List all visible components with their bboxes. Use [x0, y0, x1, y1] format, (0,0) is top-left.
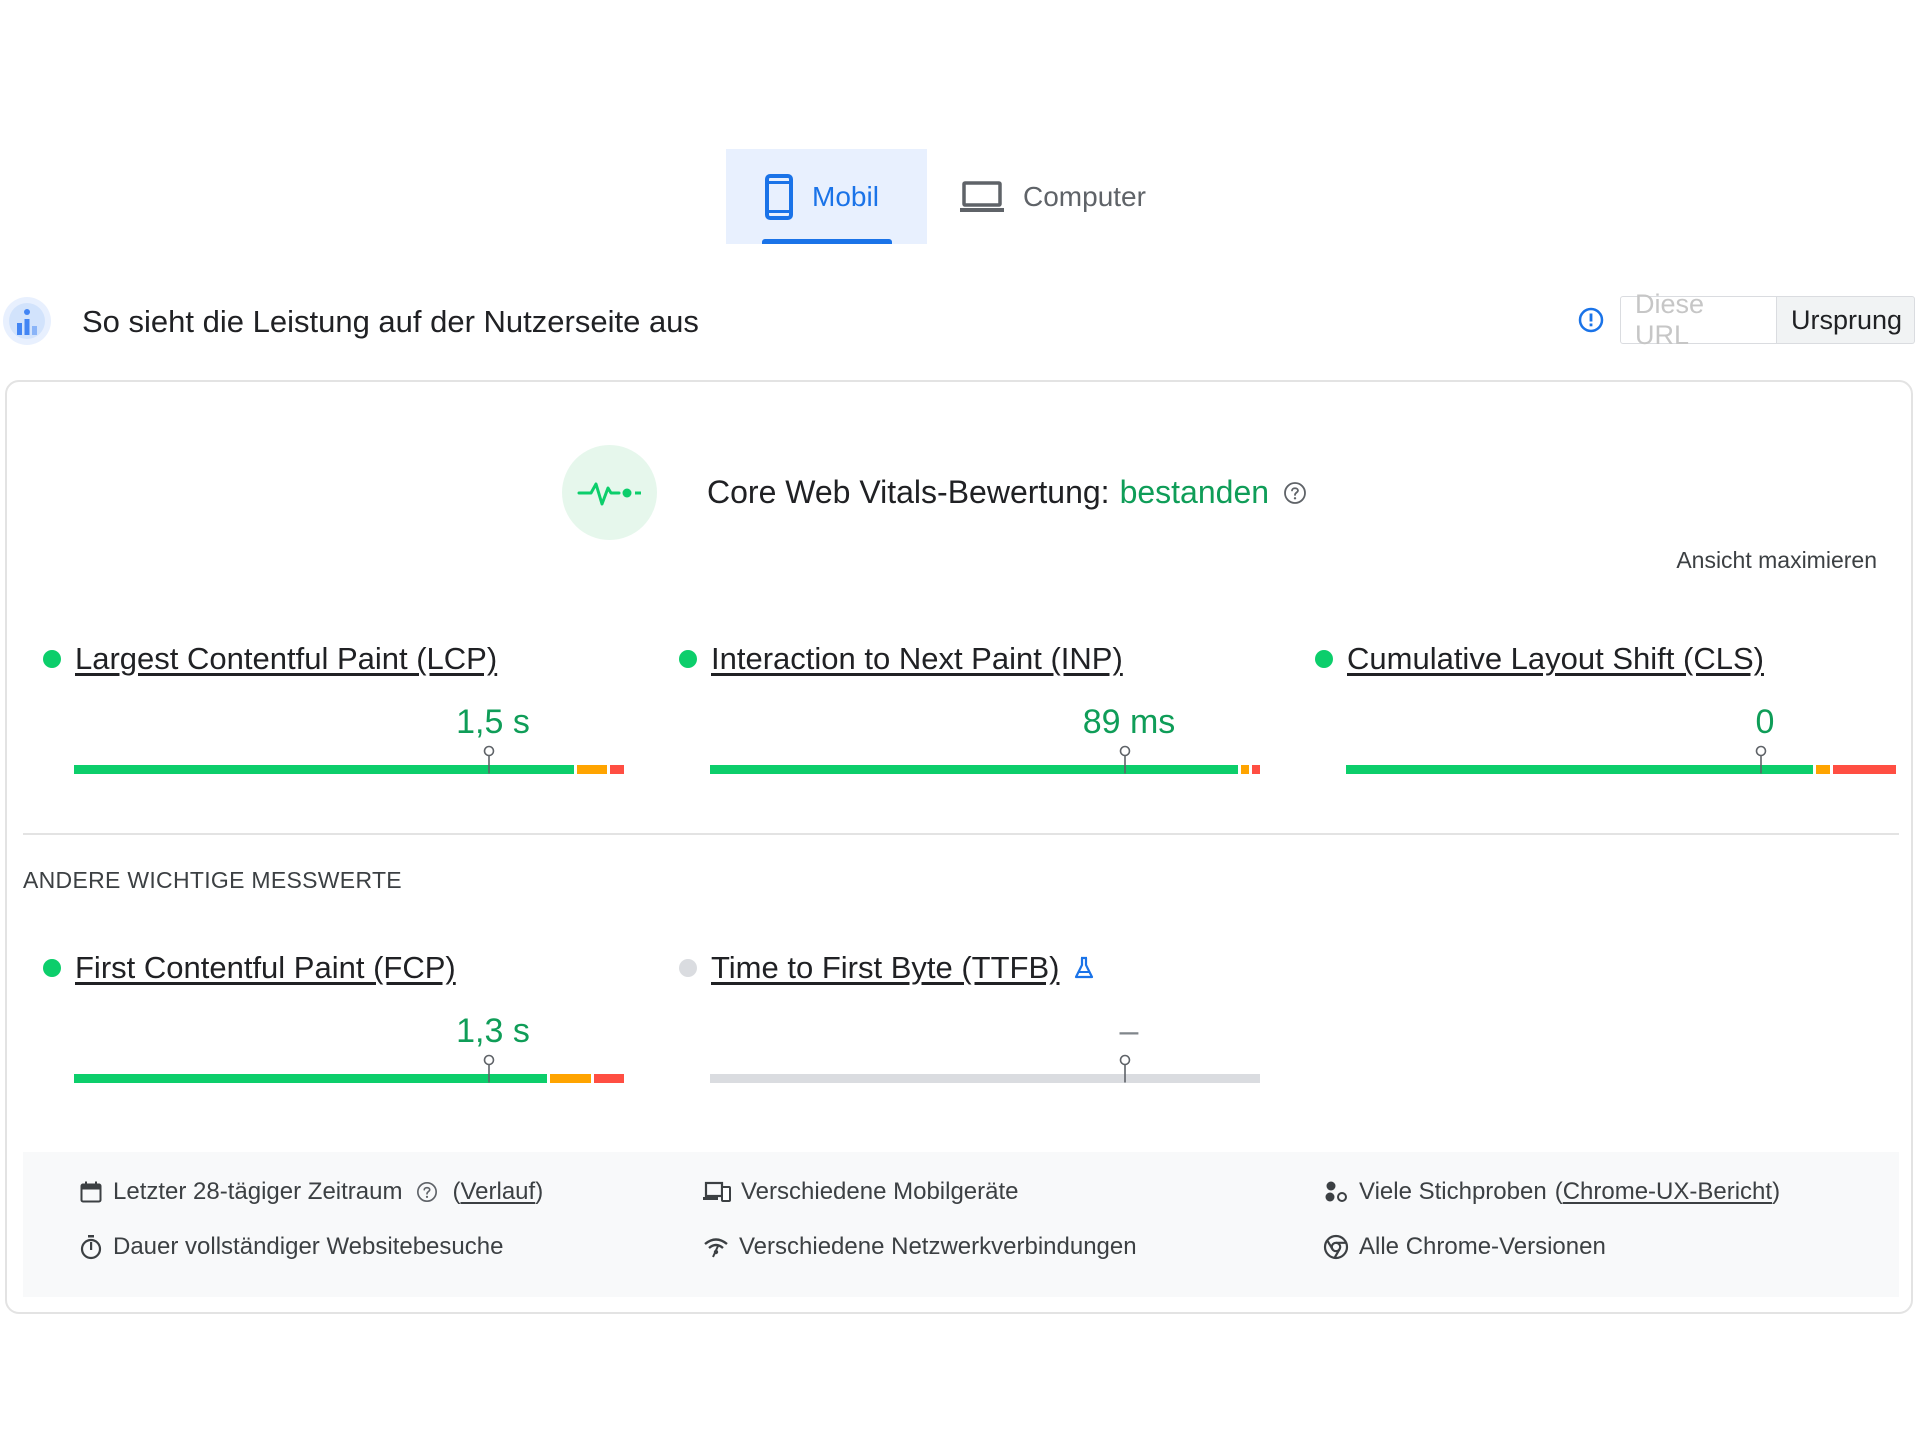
origin-button[interactable]: Ursprung [1777, 296, 1915, 344]
status-dot [679, 959, 697, 977]
devices-text: Verschiedene Mobilgeräte [741, 1178, 1019, 1205]
distribution-segment-poor [1833, 765, 1896, 774]
metric-ttfb-value: – [1119, 1012, 1139, 1050]
distribution-segment-needs-improvement [1816, 765, 1830, 774]
distribution-segment-needs-improvement [550, 1074, 591, 1083]
devices-info: Verschiedene Mobilgeräte [703, 1178, 1019, 1206]
metric-cls: Cumulative Layout Shift (CLS) 0 [1315, 641, 1896, 774]
network-info: Verschiedene Netzwerkverbindungen [703, 1233, 1137, 1261]
device-tabs: Mobil Computer [726, 149, 1178, 244]
status-dot [43, 650, 61, 668]
distribution-segment-needs-improvement [1241, 765, 1249, 774]
metric-cls-distribution-bar [1346, 745, 1899, 774]
help-icon[interactable] [1283, 481, 1307, 505]
duration-info: Dauer vollständiger Websitebesuche [79, 1233, 503, 1261]
status-dot [679, 650, 697, 668]
calendar-icon [80, 1181, 102, 1203]
distribution-segment-needs-improvement [577, 765, 607, 774]
crux-chart-icon [3, 297, 51, 345]
metric-inp: Interaction to Next Paint (INP) 89 ms [679, 641, 1260, 774]
metric-lcp-distribution-bar [74, 745, 627, 774]
distribution-segment-good [74, 765, 574, 774]
flask-icon [1075, 956, 1094, 979]
network-icon [704, 1238, 728, 1258]
distribution-segment-poor [610, 765, 624, 774]
network-text: Verschiedene Netzwerkverbindungen [739, 1233, 1137, 1260]
section-divider [23, 833, 1899, 835]
metric-cls-value: 0 [1755, 703, 1775, 741]
status-dot [43, 959, 61, 977]
data-source-footer: Letzter 28-tägiger Zeitraum (Verlauf) Da… [23, 1152, 1899, 1297]
percentile-marker-icon [483, 745, 495, 774]
cwv-assessment: Core Web Vitals-Bewertung: bestanden [562, 445, 1307, 540]
field-data-card: Core Web Vitals-Bewertung: bestanden Ans… [5, 380, 1913, 1314]
tab-mobile[interactable]: Mobil [726, 149, 927, 244]
metric-fcp-link[interactable]: First Contentful Paint (FCP) [75, 950, 456, 986]
metric-lcp-value: 1,5 s [456, 703, 530, 741]
samples-icon [1325, 1181, 1347, 1202]
period-info: Letzter 28-tägiger Zeitraum (Verlauf) [79, 1178, 543, 1206]
help-icon[interactable] [416, 1181, 438, 1203]
period-text: Letzter 28-tägiger Zeitraum [113, 1178, 403, 1205]
metric-inp-link[interactable]: Interaction to Next Paint (INP) [711, 641, 1123, 677]
history-link[interactable]: Verlauf [460, 1178, 535, 1206]
distribution-segment-poor [594, 1074, 624, 1083]
metric-fcp-distribution-bar [74, 1054, 627, 1083]
cwv-label: Core Web Vitals-Bewertung: [707, 474, 1110, 510]
paren-close: ) [535, 1178, 544, 1205]
pulse-icon [562, 445, 657, 540]
cwv-status: bestanden [1119, 474, 1270, 510]
status-dot [1315, 650, 1333, 668]
other-metrics-label: ANDERE WICHTIGE MESSWERTE [23, 867, 402, 893]
crux-report-link[interactable]: Chrome-UX-Bericht [1563, 1178, 1772, 1206]
versions-info: Alle Chrome-Versionen [1323, 1233, 1606, 1261]
distribution-segment-poor [1252, 765, 1260, 774]
maximize-view-link[interactable]: Ansicht maximieren [1676, 547, 1877, 574]
chrome-icon [1323, 1234, 1349, 1260]
samples-info: Viele Stichproben (Chrome-UX-Bericht) [1323, 1178, 1780, 1206]
paren-open: ( [452, 1178, 461, 1205]
distribution-segment-good [710, 765, 1238, 774]
distribution-segment-good [74, 1074, 547, 1083]
metric-fcp-value: 1,3 s [456, 1012, 530, 1050]
scope-toggle: Diese URL Ursprung [1620, 289, 1915, 350]
field-data-header: So sieht die Leistung auf der Nutzerseit… [0, 289, 1920, 350]
percentile-marker-icon [1119, 1054, 1131, 1083]
duration-text: Dauer vollständiger Websitebesuche [113, 1233, 504, 1260]
paren-open: ( [1554, 1178, 1563, 1205]
tab-mobile-label: Mobil [812, 180, 879, 212]
smartphone-icon [765, 173, 793, 220]
metric-ttfb-link[interactable]: Time to First Byte (TTFB) [711, 950, 1059, 986]
metric-fcp: First Contentful Paint (FCP) 1,3 s [43, 950, 624, 1083]
metric-lcp: Largest Contentful Paint (LCP) 1,5 s [43, 641, 624, 774]
percentile-marker-icon [483, 1054, 495, 1083]
field-data-title: So sieht die Leistung auf der Nutzerseit… [82, 304, 699, 339]
distribution-segment-good [1346, 765, 1813, 774]
this-url-button[interactable]: Diese URL [1620, 289, 1777, 350]
metric-inp-value: 89 ms [1082, 703, 1176, 741]
devices-icon [703, 1181, 731, 1202]
samples-text: Viele Stichproben [1359, 1178, 1547, 1205]
metric-ttfb-distribution-bar [710, 1054, 1263, 1083]
versions-text: Alle Chrome-Versionen [1359, 1233, 1606, 1260]
percentile-marker-icon [1755, 745, 1767, 774]
metric-inp-distribution-bar [710, 745, 1263, 774]
paren-close: ) [1772, 1178, 1781, 1205]
metric-cls-link[interactable]: Cumulative Layout Shift (CLS) [1347, 641, 1764, 677]
metric-lcp-link[interactable]: Largest Contentful Paint (LCP) [75, 641, 497, 677]
distribution-segment-na [710, 1074, 1260, 1083]
laptop-icon [960, 180, 1004, 212]
percentile-marker-icon [1119, 745, 1131, 774]
stopwatch-icon [80, 1235, 102, 1260]
metric-ttfb: Time to First Byte (TTFB) – [679, 950, 1260, 1083]
tab-desktop-label: Computer [1023, 180, 1146, 212]
info-icon[interactable] [1578, 307, 1604, 333]
tab-desktop[interactable]: Computer [927, 149, 1178, 244]
